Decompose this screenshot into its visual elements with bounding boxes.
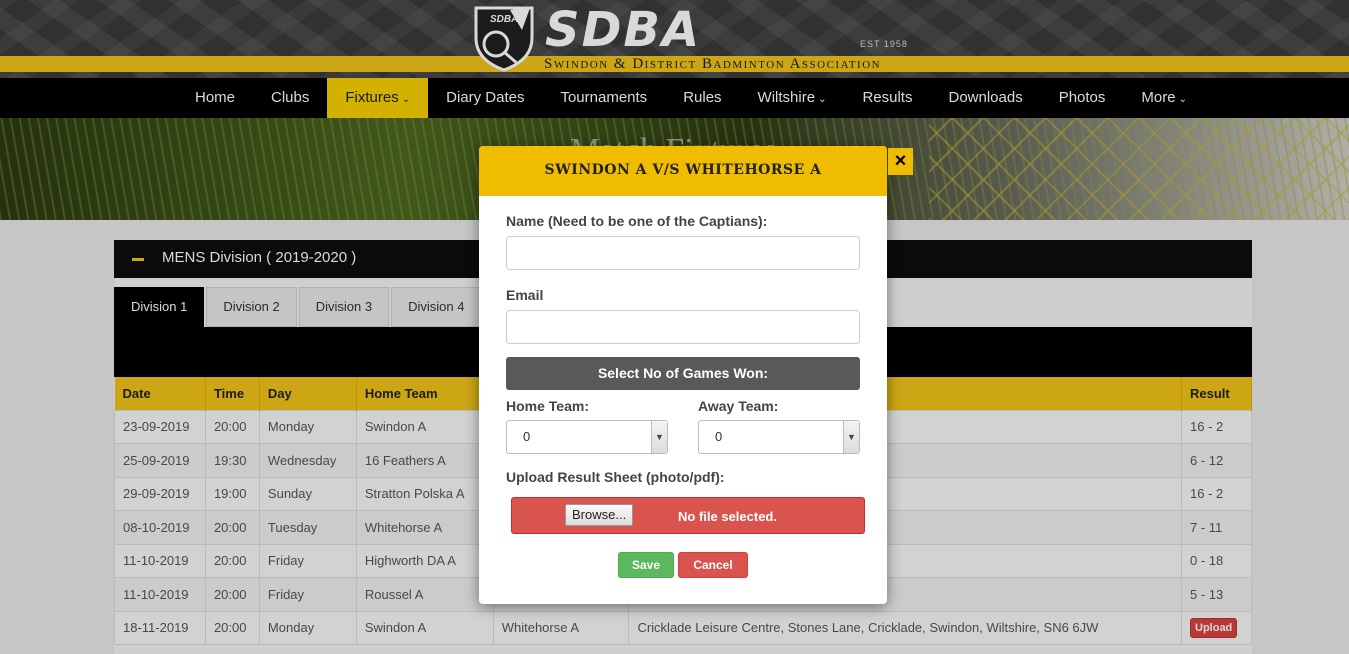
- email-input[interactable]: [506, 310, 860, 344]
- name-label: Name (Need to be one of the Captians):: [506, 213, 768, 229]
- away-games-value: 0: [715, 429, 723, 444]
- home-team-label: Home Team:: [506, 398, 589, 414]
- away-team-label: Away Team:: [698, 398, 779, 414]
- games-won-heading: Select No of Games Won:: [506, 357, 860, 390]
- cancel-button[interactable]: Cancel: [678, 552, 748, 578]
- name-input[interactable]: [506, 236, 860, 270]
- modal-header: SWINDON A V/S WHITEHORSE A: [479, 146, 887, 196]
- browse-button[interactable]: Browse...: [565, 504, 634, 526]
- away-games-select[interactable]: 0 ▼: [698, 420, 860, 454]
- home-games-value: 0: [523, 429, 531, 444]
- upload-label: Upload Result Sheet (photo/pdf):: [506, 469, 725, 485]
- chevron-down-icon[interactable]: ▼: [651, 421, 667, 453]
- file-upload-field[interactable]: Browse... No file selected.: [511, 497, 865, 534]
- save-button[interactable]: Save: [618, 552, 674, 578]
- chevron-down-icon[interactable]: ▼: [843, 421, 859, 453]
- home-games-select[interactable]: 0 ▼: [506, 420, 668, 454]
- result-upload-modal: SWINDON A V/S WHITEHORSE A Name (Need to…: [479, 146, 887, 604]
- close-icon[interactable]: ×: [888, 148, 913, 175]
- file-status: No file selected.: [678, 509, 777, 524]
- email-label: Email: [506, 287, 544, 303]
- modal-title: SWINDON A V/S WHITEHORSE A: [544, 162, 822, 178]
